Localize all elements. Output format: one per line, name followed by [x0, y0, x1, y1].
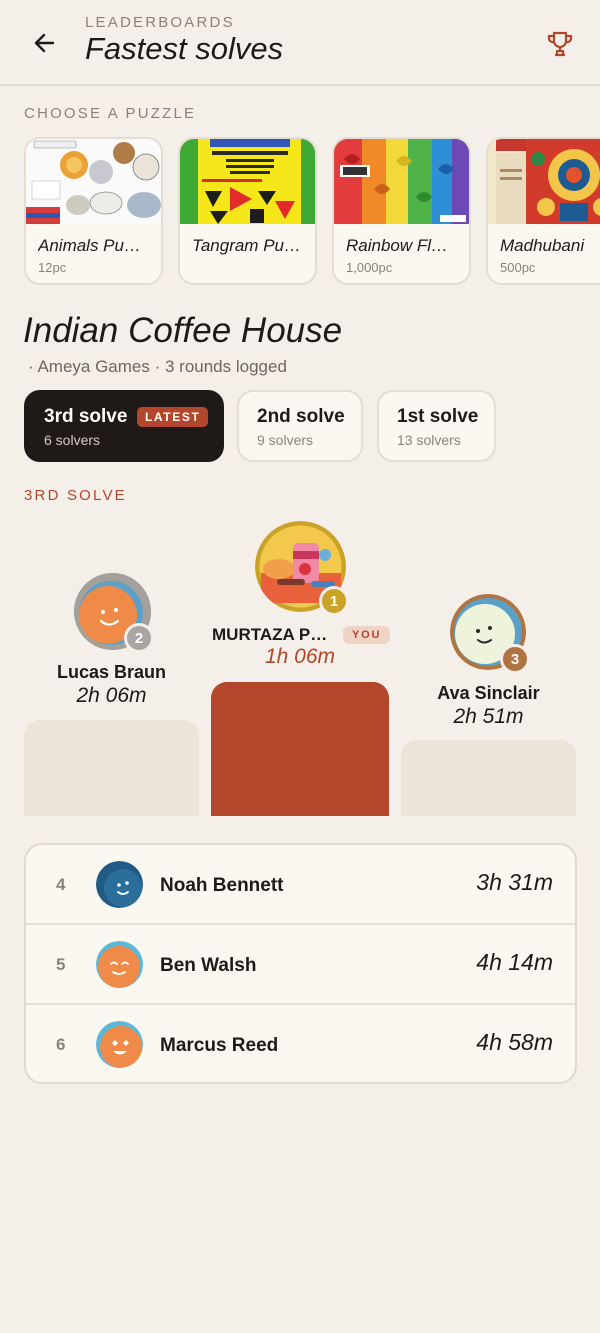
puzzle-card-rainbow[interactable]: Rainbow Fl… 1,000pc: [332, 137, 471, 285]
puzzle-name: Rainbow Fl…: [346, 236, 449, 255]
podium-name-first: MURTAZA P…: [212, 625, 328, 644]
trophy-icon: [547, 31, 573, 57]
puzzle-thumbnail: [334, 139, 469, 224]
puzzle-title: Indian Coffee House: [23, 311, 343, 350]
page-title: Fastest solves: [85, 31, 284, 66]
round-tab-solvers: 9 solvers: [257, 432, 314, 448]
round-tab-solvers: 13 solvers: [397, 432, 461, 448]
arrow-left-icon: [34, 33, 55, 53]
podium-name-third: Ava Sinclair: [437, 683, 540, 703]
solve-time: 3h 31m: [476, 869, 553, 895]
puzzle-thumbnail: [26, 139, 161, 224]
rank-badge-1: 1: [319, 586, 349, 616]
puzzle-card-madhubani[interactable]: Madhubani 500pc: [486, 137, 600, 285]
round-tab-solvers: 6 solvers: [44, 432, 101, 448]
rank-badge-2: 2: [124, 623, 154, 653]
rank-number: 4: [56, 875, 66, 894]
list-item[interactable]: 6 Marcus Reed 4h 58m: [26, 1005, 575, 1082]
podium-block-third: [401, 740, 576, 816]
you-badge: YOU: [343, 626, 391, 644]
puzzle-pieces: 12pc: [38, 260, 67, 275]
podium-time-second: 2h 06m: [76, 684, 147, 707]
puzzle-name: Animals Pu…: [38, 236, 141, 255]
podium-block-first: [211, 682, 389, 816]
solve-time: 4h 14m: [476, 949, 553, 975]
list-item[interactable]: 5 Ben Walsh 4h 14m: [26, 925, 575, 1005]
rank-list: 4 Noah Bennett 3h 31m 5 Ben Walsh 4h 14m: [24, 843, 577, 1084]
podium-name-second: Lucas Braun: [56, 662, 167, 682]
rank-badge-3: 3: [500, 644, 530, 674]
latest-badge: LATEST: [137, 407, 209, 427]
puzzle-pieces: 500pc: [500, 260, 536, 275]
choose-puzzle-label: CHOOSE A PUZZLE: [24, 105, 197, 122]
rank-number: 5: [56, 955, 66, 974]
round-tab-label: 3rd solve: [44, 406, 128, 427]
round-tab-label: 2nd solve: [257, 406, 345, 427]
player-name: Noah Bennett: [160, 875, 284, 896]
puzzle-name: Tangram Pu…: [192, 236, 301, 255]
list-item[interactable]: 4 Noah Bennett 3h 31m: [26, 845, 575, 925]
puzzle-name: Madhubani: [500, 236, 585, 255]
avatar: [96, 861, 143, 908]
puzzle-thumbnail: [180, 139, 315, 224]
round-tab-2nd[interactable]: 2nd solve 9 solvers: [237, 390, 363, 462]
solve-time: 4h 58m: [476, 1029, 553, 1055]
round-tab-label: 1st solve: [397, 406, 479, 427]
round-heading: 3RD SOLVE: [24, 487, 127, 504]
puzzle-carousel[interactable]: Animals Pu… 12pc Tangram Pu… Rainbow Fl……: [24, 137, 600, 287]
round-tab-1st[interactable]: 1st solve 13 solvers: [377, 390, 496, 462]
puzzle-card-tangram[interactable]: Tangram Pu…: [178, 137, 317, 285]
player-name: Marcus Reed: [160, 1035, 279, 1056]
puzzle-pieces: 1,000pc: [346, 260, 393, 275]
podium-time-first: 1h 06m: [264, 645, 336, 668]
round-tab-3rd[interactable]: 3rd solve LATEST 6 solvers: [24, 390, 224, 462]
trophy-button[interactable]: [540, 24, 580, 64]
puzzle-subtitle: · Ameya Games · 3 rounds logged: [28, 357, 287, 376]
podium-time-third: 2h 51m: [453, 705, 524, 728]
avatar: [96, 941, 143, 988]
back-button[interactable]: [26, 24, 64, 62]
podium-block-second: [24, 720, 199, 816]
puzzle-thumbnail: [488, 139, 600, 224]
avatar: [96, 1021, 143, 1068]
puzzle-card-animals[interactable]: Animals Pu… 12pc: [24, 137, 163, 285]
app-header: LEADERBOARDS Fastest solves: [0, 0, 600, 86]
header-eyebrow: LEADERBOARDS: [85, 14, 235, 31]
player-name: Ben Walsh: [160, 955, 257, 976]
rank-number: 6: [56, 1035, 66, 1054]
